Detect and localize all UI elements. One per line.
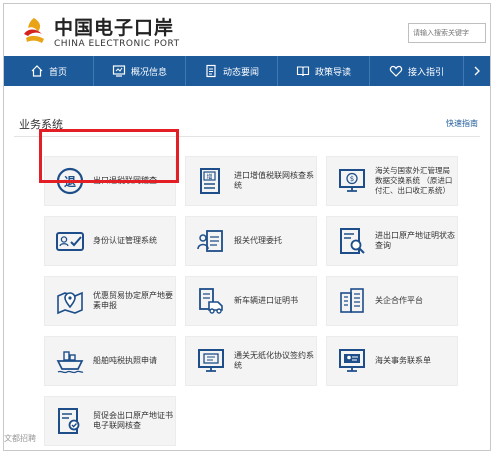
paperless-monitor-icon: [198, 349, 224, 372]
svg-text:增: 增: [206, 173, 212, 181]
brand-name-en: CHINA ELECTRONIC PORT: [54, 39, 180, 49]
agent-clipboard-icon: [197, 230, 223, 252]
tile-label: 关企合作平台: [375, 296, 423, 305]
nav-item-policy[interactable]: 政策导读: [278, 56, 370, 86]
tile-label: 进口增值税联网核查系统: [234, 171, 314, 190]
tile-paperless-clearance[interactable]: 通关无纸化协议签约系统: [185, 336, 317, 386]
tile-ccpit-origin-cert-check[interactable]: 贸促会出口原产地证书电子联网核查: [44, 396, 176, 446]
main-nav: 首页 概况信息 动态要闻 政策导读 接入指引: [4, 56, 490, 86]
tile-identity-auth[interactable]: 身份认证管理系统: [44, 216, 176, 266]
tile-label: 优惠贸易协定原产地要素申报: [93, 291, 173, 310]
certificate-check-icon: [58, 408, 80, 434]
heart-icon: [389, 65, 403, 77]
tile-import-vat-check[interactable]: 增 进口增值税联网核查系统: [185, 156, 317, 206]
tile-label: 贸促会出口原产地证书电子联网核查: [93, 411, 173, 430]
site-header: 中国电子口岸 CHINA ELECTRONIC PORT: [4, 4, 490, 56]
china-eport-logo-icon: [24, 18, 44, 43]
tile-customs-enterprise-platform[interactable]: 关企合作平台: [326, 276, 458, 326]
id-card-icon: [56, 232, 84, 251]
tile-label: 船舶吨税执照申请: [93, 356, 157, 365]
tile-customs-agent[interactable]: 报关代理委托: [185, 216, 317, 266]
nav-item-home[interactable]: 首页: [4, 56, 94, 86]
nav-item-overflow[interactable]: [464, 56, 490, 86]
currency-monitor-icon: $: [339, 169, 365, 192]
nav-label: 首页: [48, 67, 67, 78]
highlight-box: [39, 129, 179, 183]
watermark-text: 文都招聘: [4, 434, 36, 443]
quick-guide-link[interactable]: 快速指南: [446, 118, 478, 129]
search-input[interactable]: [408, 23, 486, 43]
nav-item-access-guide[interactable]: 接入指引: [370, 56, 464, 86]
chevron-right-icon: [474, 66, 480, 76]
nav-label: 政策导读: [314, 67, 351, 78]
nav-item-news[interactable]: 动态要闻: [186, 56, 278, 86]
truck-document-icon: [199, 288, 223, 314]
brand-name-cn[interactable]: 中国电子口岸: [54, 13, 174, 40]
tile-new-vehicle-import[interactable]: 新车辆进口证明书: [185, 276, 317, 326]
tile-label: 进出口原产地证明状态查询: [375, 231, 455, 250]
nav-label: 动态要闻: [222, 67, 259, 78]
tile-ship-tonnage-license[interactable]: 船舶吨税执照申请: [44, 336, 176, 386]
ship-icon: [56, 351, 84, 374]
nav-label: 接入指引: [407, 67, 444, 78]
book-icon: [296, 66, 310, 77]
svg-text:$: $: [350, 175, 354, 183]
tile-forex-data-exchange[interactable]: $ 海关与国家外汇管理局数据交换系统 （原进口付汇、出口收汇系统）: [326, 156, 458, 206]
tile-customs-contact-sheet[interactable]: 海关事务联系单: [326, 336, 458, 386]
building-icon: [340, 288, 364, 313]
tile-label: 身份认证管理系统: [93, 236, 157, 245]
tile-label: 新车辆进口证明书: [234, 296, 298, 305]
tile-preferential-trade-origin[interactable]: 优惠贸易协定原产地要素申报: [44, 276, 176, 326]
browser-frame: 中国电子口岸 CHINA ELECTRONIC PORT 首页 概况信息 动态要…: [3, 3, 491, 451]
zeng-document-icon: 增: [200, 168, 220, 194]
tile-label: 海关与国家外汇管理局数据交换系统 （原进口付汇、出口收汇系统）: [375, 166, 453, 195]
contact-monitor-icon: [339, 349, 365, 372]
tile-label: 通关无纸化协议签约系统: [234, 351, 314, 370]
monitor-icon: [112, 65, 126, 77]
certificate-search-icon: [340, 228, 365, 254]
nav-label: 概况信息: [130, 67, 167, 78]
home-icon: [31, 65, 43, 77]
tile-origin-cert-status[interactable]: 进出口原产地证明状态查询: [326, 216, 458, 266]
tile-label: 报关代理委托: [234, 236, 282, 245]
nav-item-overview[interactable]: 概况信息: [94, 56, 186, 86]
document-icon: [206, 64, 216, 78]
tile-label: 海关事务联系单: [375, 356, 431, 365]
map-pin-icon: [57, 291, 83, 315]
